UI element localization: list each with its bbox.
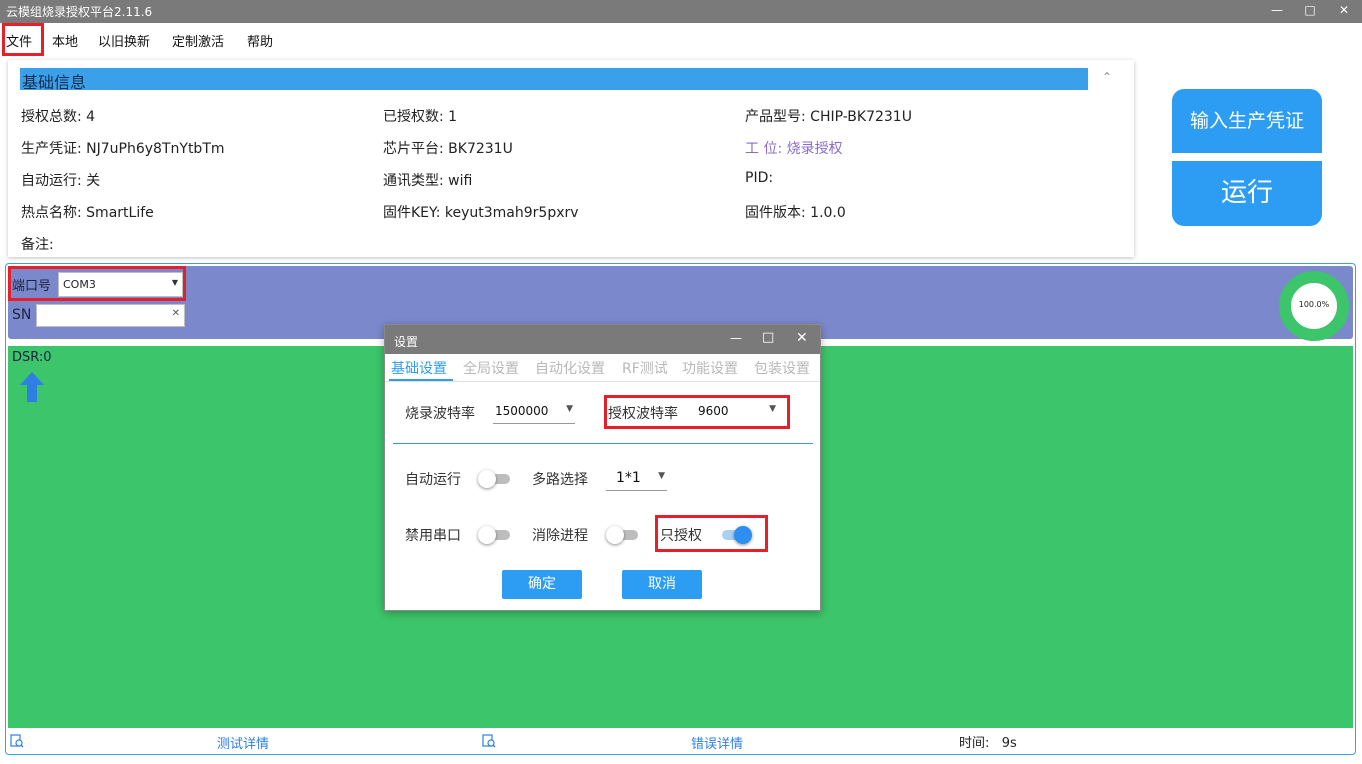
basic-info-card: 基础信息 ⌃ 授权总数: 4 已授权数: 1 产品型号: CHIP-BK7231… — [8, 60, 1134, 257]
tab-basic[interactable]: 基础设置 — [391, 358, 447, 378]
tab-automation[interactable]: 自动化设置 — [535, 358, 605, 378]
chip-platform: 芯片平台: BK7231U — [383, 141, 513, 157]
progress-ring: 100.0% — [1278, 271, 1350, 341]
section-divider — [393, 443, 813, 444]
product-model: 产品型号: CHIP-BK7231U — [745, 109, 912, 125]
dsr-status: DSR:0 — [12, 350, 52, 365]
multi-select[interactable]: 1*1 ▼ — [606, 467, 667, 491]
settings-dialog: 设置 — □ ✕ 基础设置 全局设置 自动化设置 RF测试 功能设置 包装设置 … — [384, 324, 821, 611]
workstation: 工 位: 烧录授权 — [745, 141, 843, 157]
bottom-bar: 测试详情 错误详情 时间: 9s — [8, 730, 1353, 752]
minimize-icon[interactable]: — — [730, 331, 742, 345]
production-token: 生产凭证: NJ7uPh6y8TnYtbTm — [21, 141, 225, 157]
highlight-box — [8, 266, 186, 301]
firmware-key: 固件KEY: keyut3mah9r5pxrv — [383, 205, 579, 221]
highlight-box — [655, 515, 768, 552]
tab-divider — [385, 381, 820, 382]
basic-info-header[interactable]: 基础信息 — [20, 68, 1088, 92]
run-button[interactable]: 运行 — [1172, 161, 1322, 226]
toggle-knob — [606, 526, 624, 544]
dialog-title: 设置 — [394, 335, 419, 349]
title-bar: 云模组烧录授权平台2.11.6 — □ ✕ — [0, 0, 1362, 23]
menu-custom-activate[interactable]: 定制激活 — [172, 31, 224, 50]
basic-info-title: 基础信息 — [22, 73, 87, 92]
tab-packaging[interactable]: 包装设置 — [754, 358, 810, 378]
disable-serial-toggle[interactable] — [478, 525, 510, 545]
cancel-button[interactable]: 取消 — [622, 570, 702, 599]
ok-button[interactable]: 确定 — [502, 570, 582, 599]
progress-text: 100.0% — [1298, 300, 1330, 309]
kill-process-toggle[interactable] — [606, 525, 638, 545]
menu-help[interactable]: 帮助 — [247, 31, 273, 50]
arrow-up-icon — [20, 372, 44, 402]
auto-run-toggle[interactable] — [478, 469, 510, 489]
toggle-knob — [478, 526, 496, 544]
auth-total: 授权总数: 4 — [21, 109, 96, 125]
kill-process-label: 消除进程 — [532, 528, 588, 544]
tab-global[interactable]: 全局设置 — [463, 358, 519, 378]
multi-select-label: 多路选择 — [532, 472, 588, 488]
clear-icon[interactable]: ✕ — [172, 308, 180, 319]
toggle-knob — [478, 470, 496, 488]
test-details-link[interactable]: 测试详情 — [217, 733, 269, 752]
comm-type: 通讯类型: wifi — [383, 173, 473, 189]
dropdown-arrow-icon: ▼ — [566, 404, 573, 414]
burn-baud-label: 烧录波特率 — [405, 406, 475, 422]
highlight-box — [604, 395, 790, 429]
minimize-icon[interactable]: — — [1263, 0, 1291, 20]
highlight-box — [2, 23, 44, 56]
burn-baud-select[interactable]: 1500000 ▼ — [493, 400, 575, 424]
hotspot-name: 热点名称: SmartLife — [21, 205, 154, 221]
menu-bar: 文件 本地 以旧换新 定制激活 帮助 — [0, 23, 1362, 56]
menu-trade-in[interactable]: 以旧换新 — [98, 31, 150, 50]
menu-local[interactable]: 本地 — [52, 31, 78, 50]
close-icon[interactable]: ✕ — [1330, 0, 1358, 20]
document-search-icon[interactable] — [10, 734, 24, 748]
dialog-title-bar: 设置 — □ ✕ — [385, 325, 820, 354]
disable-serial-label: 禁用串口 — [405, 528, 461, 544]
dropdown-arrow-icon: ▼ — [658, 471, 665, 481]
maximize-icon[interactable]: □ — [1296, 0, 1324, 20]
enter-token-button[interactable]: 输入生产凭证 — [1172, 89, 1322, 153]
error-details-link[interactable]: 错误详情 — [691, 733, 743, 752]
document-search-icon[interactable] — [482, 734, 496, 748]
authorized-count: 已授权数: 1 — [383, 109, 458, 125]
pid: PID: — [745, 170, 774, 186]
multi-select-value: 1*1 — [616, 470, 641, 486]
tab-rf-test[interactable]: RF测试 — [622, 358, 668, 378]
sn-label: SN — [12, 307, 32, 323]
auto-run-label: 自动运行 — [405, 472, 461, 488]
auto-run-status: 自动运行: 关 — [21, 173, 101, 189]
remark: 备注: — [21, 237, 54, 253]
elapsed-time: 时间: 9s — [959, 736, 1017, 751]
tab-function[interactable]: 功能设置 — [682, 358, 738, 378]
firmware-version: 固件版本: 1.0.0 — [745, 205, 846, 221]
sn-input[interactable]: ✕ — [36, 304, 185, 327]
burn-baud-value: 1500000 — [495, 404, 549, 418]
window-title: 云模组烧录授权平台2.11.6 — [6, 5, 153, 19]
chevron-up-icon[interactable]: ⌃ — [1102, 70, 1112, 84]
maximize-icon[interactable]: □ — [762, 330, 774, 345]
close-icon[interactable]: ✕ — [796, 330, 808, 346]
